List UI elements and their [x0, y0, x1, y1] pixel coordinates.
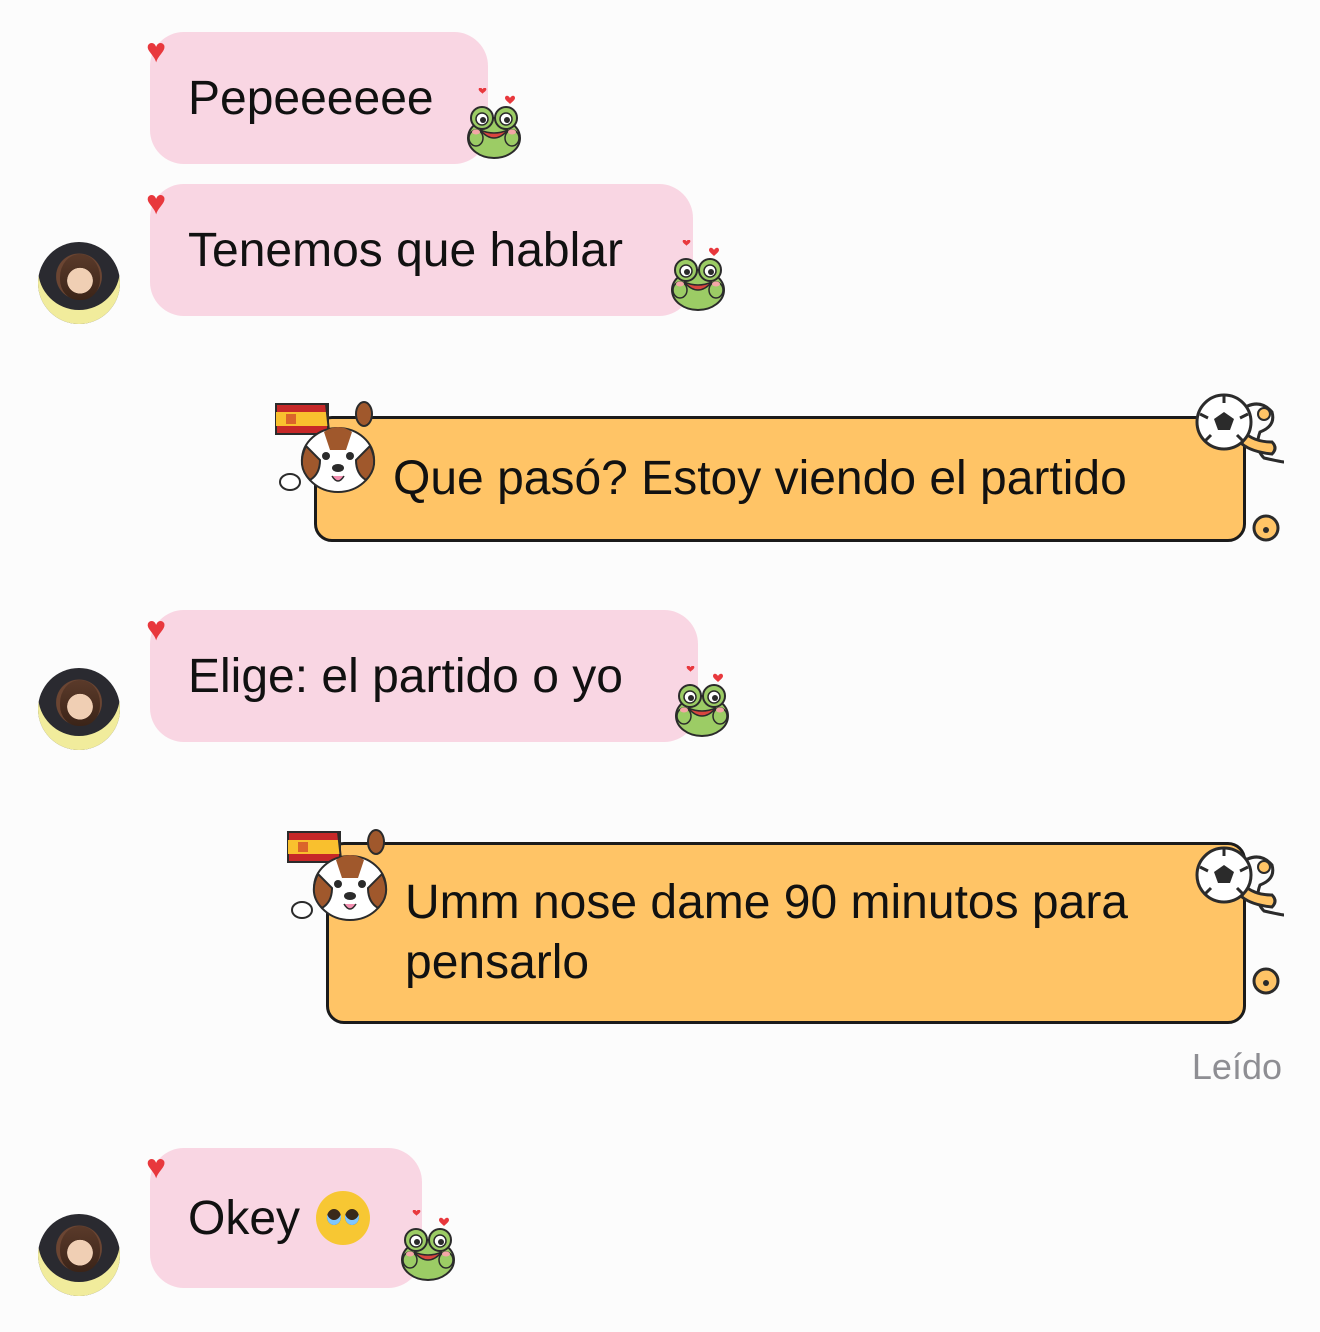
avatar[interactable] [38, 242, 120, 324]
heart-icon: ♥ [146, 184, 167, 222]
message-bubble-incoming[interactable]: Elige: el partido o yo [150, 610, 698, 742]
avatar[interactable] [38, 668, 120, 750]
avatar[interactable] [38, 1214, 120, 1296]
frog-sticker-icon [396, 1210, 460, 1282]
message-text: Que pasó? Estoy viendo el partido [393, 452, 1127, 505]
spain-flag-dog-sticker-icon [272, 398, 384, 498]
message-text-line2: pensarlo [405, 936, 590, 989]
heart-icon: ♥ [146, 32, 167, 70]
message-bubble-outgoing[interactable]: Umm nose dame 90 minutos para pensarlo [326, 842, 1246, 1024]
frog-sticker-icon [670, 666, 734, 738]
message-bubble-incoming[interactable]: Pepeeeeee [150, 32, 488, 164]
frog-sticker-icon [666, 240, 730, 312]
heart-icon: ♥ [146, 610, 167, 648]
frog-sticker-icon [462, 88, 526, 160]
heart-icon: ♥ [146, 1148, 167, 1186]
soccer-ball-icon [1194, 392, 1284, 552]
message-bubble-incoming[interactable]: Okey [150, 1148, 422, 1288]
soccer-ball-icon [1194, 818, 1284, 1032]
spain-flag-dog-sticker-icon [284, 826, 396, 926]
message-text: Okey [188, 1191, 301, 1245]
message-text-line1: Umm nose dame 90 minutos para [405, 876, 1128, 929]
pleading-face-emoji-icon [316, 1191, 371, 1245]
message-text: Tenemos que hablar [188, 223, 623, 277]
message-bubble-incoming[interactable]: Tenemos que hablar [150, 184, 693, 316]
read-receipt: Leído [1191, 1046, 1282, 1087]
message-bubble-outgoing[interactable]: Que pasó? Estoy viendo el partido [314, 416, 1246, 542]
message-text: Pepeeeeee [188, 71, 434, 125]
message-text: Elige: el partido o yo [188, 649, 623, 703]
